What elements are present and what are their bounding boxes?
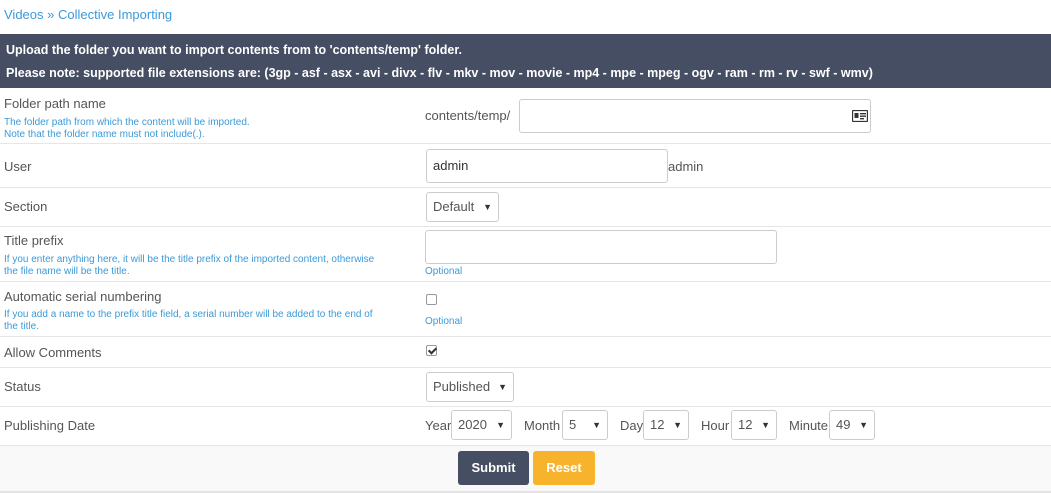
row-allow-comments: Allow Comments — [0, 337, 1051, 368]
submit-button[interactable]: Submit — [458, 451, 529, 485]
status-select-value: Published — [433, 379, 491, 394]
chevron-down-icon: ▼ — [498, 382, 507, 392]
publishing-date-label: Publishing Date — [4, 418, 96, 433]
chevron-down-icon: ▼ — [496, 420, 505, 430]
title-prefix-hint-1: If you enter anything here, it will be t… — [4, 254, 375, 265]
folder-path-prefix: contents/temp/ — [425, 108, 511, 123]
breadcrumb-current[interactable]: Collective Importing — [58, 7, 172, 22]
form-actions: Submit Reset — [0, 446, 1051, 493]
info-line-2: Please note: supported file extensions a… — [6, 66, 873, 80]
row-folder-path: Folder path name The folder path from wh… — [0, 89, 1051, 144]
row-user: User admin admin — [0, 144, 1051, 188]
info-line-1-folder: contents/temp — [332, 43, 419, 57]
folder-path-hint-2: Note that the folder name must not inclu… — [4, 129, 205, 140]
reset-button[interactable]: Reset — [533, 451, 595, 485]
title-prefix-optional: Optional — [425, 266, 463, 277]
month-select-value: 5 — [569, 417, 577, 432]
row-title-prefix: Title prefix If you enter anything here,… — [0, 227, 1051, 282]
user-label: User — [4, 159, 32, 174]
folder-path-hint-1: The folder path from which the content w… — [4, 117, 250, 128]
row-section: Section Default ▼ — [0, 188, 1051, 227]
minute-label: Minute — [789, 418, 829, 433]
day-label: Day — [620, 418, 644, 433]
chevron-down-icon: ▼ — [673, 420, 682, 430]
breadcrumb: Videos » Collective Importing — [4, 7, 172, 22]
title-prefix-input[interactable] — [425, 230, 777, 264]
serial-numbering-optional: Optional — [425, 316, 463, 327]
month-label: Month — [524, 418, 561, 433]
breadcrumb-parent-link[interactable]: Videos — [4, 7, 44, 22]
chevron-down-icon: ▼ — [761, 420, 770, 430]
minute-select-value: 49 — [836, 417, 851, 432]
status-label: Status — [4, 379, 41, 394]
allow-comments-checkbox[interactable] — [426, 345, 437, 356]
hour-select[interactable]: 12 ▼ — [731, 410, 777, 440]
minute-select[interactable]: 49 ▼ — [829, 410, 875, 440]
info-header: Upload the folder you want to import con… — [0, 34, 1051, 88]
info-line-1-post: ' folder. — [418, 43, 462, 57]
breadcrumb-separator: » — [47, 7, 55, 22]
year-select[interactable]: 2020 ▼ — [451, 410, 512, 440]
chevron-down-icon: ▼ — [483, 202, 492, 212]
folder-path-input[interactable] — [519, 99, 871, 133]
year-select-value: 2020 — [458, 417, 487, 432]
section-label: Section — [4, 199, 48, 214]
month-select[interactable]: 5 ▼ — [562, 410, 608, 440]
row-status: Status Published ▼ — [0, 368, 1051, 407]
hour-label: Hour — [701, 418, 730, 433]
folder-path-label: Folder path name — [4, 96, 106, 111]
status-select[interactable]: Published ▼ — [426, 372, 514, 402]
year-label: Year — [425, 418, 452, 433]
title-prefix-label: Title prefix — [4, 233, 64, 248]
info-line-1-pre: Upload the folder you want to import con… — [6, 43, 333, 57]
serial-numbering-hint-2: the title. — [4, 321, 40, 332]
title-prefix-hint-2: the file name will be the title. — [4, 266, 130, 277]
serial-numbering-label: Automatic serial numbering — [4, 289, 162, 304]
id-card-icon[interactable] — [852, 110, 868, 122]
section-select[interactable]: Default ▼ — [426, 192, 499, 222]
user-display-name: admin — [668, 159, 704, 174]
chevron-down-icon: ▼ — [859, 420, 868, 430]
row-publishing-date: Publishing Date Year 2020 ▼ Month 5 ▼ Da… — [0, 407, 1051, 446]
day-select[interactable]: 12 ▼ — [643, 410, 689, 440]
serial-numbering-checkbox[interactable] — [426, 294, 437, 305]
chevron-down-icon: ▼ — [592, 420, 601, 430]
section-select-value: Default — [433, 199, 475, 214]
day-select-value: 12 — [650, 417, 665, 432]
user-input[interactable]: admin — [426, 149, 668, 183]
serial-numbering-hint-1: If you add a name to the prefix title fi… — [4, 309, 373, 320]
allow-comments-label: Allow Comments — [4, 345, 102, 360]
row-serial-numbering: Automatic serial numbering If you add a … — [0, 282, 1051, 337]
info-line-1: Upload the folder you want to import con… — [6, 43, 462, 57]
hour-select-value: 12 — [738, 417, 753, 432]
